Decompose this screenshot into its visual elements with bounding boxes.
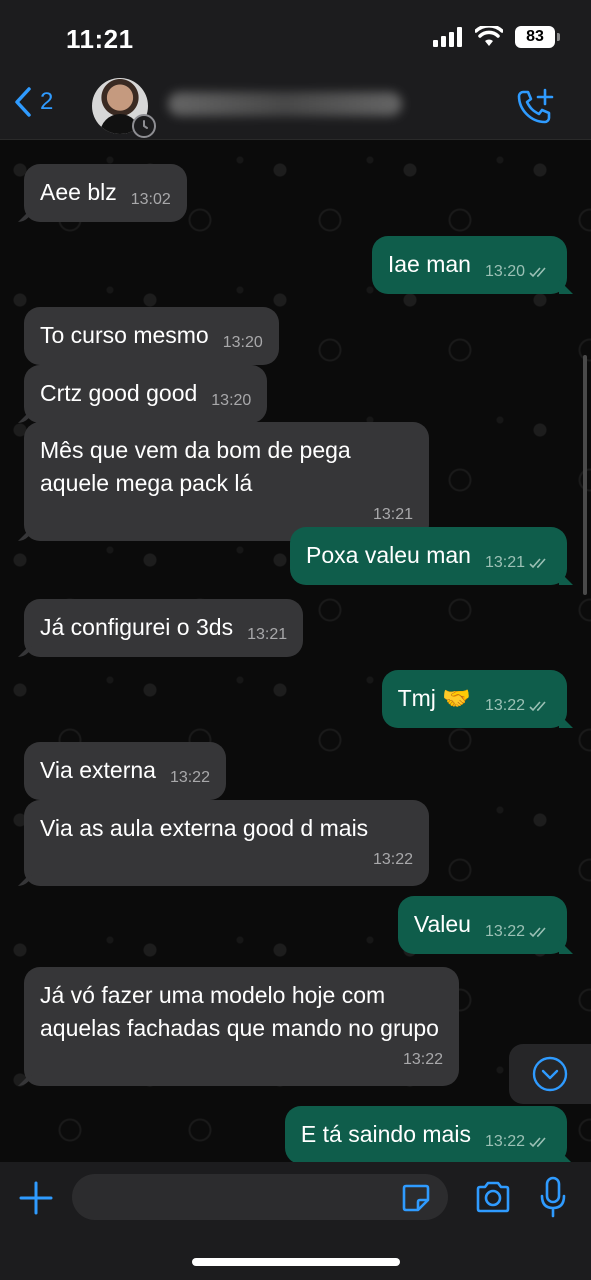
message-text: Já configurei o 3ds: [40, 614, 234, 640]
scrollbar[interactable]: [583, 355, 587, 595]
message-time: 13:21: [247, 626, 288, 643]
chevron-left-icon: [15, 87, 31, 117]
message-incoming[interactable]: Via as aula externa good d mais 13:22: [24, 800, 429, 886]
message-text: Poxa valeu man: [306, 542, 471, 568]
message-text: Valeu: [413, 911, 471, 937]
message-text: Via externa: [40, 757, 156, 783]
message-outgoing[interactable]: Valeu 13:22: [397, 896, 567, 954]
message-text: Aee blz: [40, 179, 117, 205]
chat-header: 2: [0, 78, 591, 140]
status-time: 11:21: [66, 24, 134, 54]
chevron-down-circle-icon: [532, 1056, 568, 1092]
message-incoming[interactable]: Já vó fazer uma modelo hoje com aquelas …: [24, 967, 459, 1086]
signal-icon: [433, 27, 462, 47]
message-text: Via as aula externa good d mais: [40, 815, 369, 841]
message-text: To curso mesmo: [40, 322, 209, 348]
message-time: 13:21: [484, 554, 525, 571]
message-incoming[interactable]: Aee blz 13:02: [24, 164, 187, 222]
camera-button[interactable]: [474, 1180, 512, 1219]
message-outgoing[interactable]: Iae man 13:20: [371, 236, 567, 294]
attach-button[interactable]: [18, 1180, 54, 1221]
chat-messages[interactable]: Aee blz 13:02 Iae man 13:20 To curso mesmo…: [0, 140, 591, 1162]
home-indicator[interactable]: [192, 1258, 400, 1266]
wifi-icon: [475, 26, 503, 46]
message-time: 13:20: [484, 263, 525, 280]
status-timer-icon: [132, 114, 156, 138]
microphone-icon: [540, 1176, 566, 1218]
message-text: Tmj 🤝: [397, 685, 471, 711]
contact-name-redacted[interactable]: [168, 92, 402, 116]
message-incoming[interactable]: Via externa 13:22: [24, 742, 226, 800]
message-outgoing[interactable]: Tmj 🤝 13:22: [381, 670, 567, 728]
message-text: E tá saindo mais: [300, 1121, 471, 1147]
plus-icon: [19, 1181, 53, 1215]
message-time: 13:22: [402, 1051, 443, 1068]
message-time: 13:22: [484, 1133, 525, 1150]
message-time: 13:22: [484, 923, 525, 940]
message-time: 13:02: [130, 191, 171, 208]
microphone-button[interactable]: [539, 1176, 567, 1223]
message-incoming[interactable]: Crtz good good 13:20: [24, 365, 268, 423]
sticker-icon: [402, 1184, 430, 1212]
message-text: Crtz good good: [40, 380, 198, 406]
message-input-bar: [0, 1162, 591, 1280]
status-bar: 11:21 83: [0, 0, 591, 78]
read-receipt-icon: [529, 927, 546, 937]
sticker-button[interactable]: [400, 1182, 432, 1219]
read-receipt-icon: [529, 701, 546, 711]
back-button[interactable]: 2: [12, 86, 53, 118]
message-incoming[interactable]: Mês que vem da bom de pega aquele mega p…: [24, 422, 429, 541]
unread-count: 2: [40, 88, 54, 115]
message-text: Já vó fazer uma modelo hoje com aquelas …: [40, 982, 439, 1041]
message-input[interactable]: [72, 1174, 448, 1220]
read-receipt-icon: [529, 1137, 546, 1147]
camera-icon: [476, 1181, 510, 1213]
scroll-to-bottom-button[interactable]: [509, 1044, 591, 1104]
add-call-button[interactable]: [515, 86, 555, 131]
message-incoming[interactable]: Já configurei o 3ds 13:21: [24, 599, 304, 657]
message-time: 13:22: [372, 851, 413, 868]
message-outgoing[interactable]: Poxa valeu man 13:21: [290, 527, 567, 585]
message-text: Iae man: [387, 251, 471, 277]
message-text: Mês que vem da bom de pega aquele mega p…: [40, 437, 351, 496]
message-incoming[interactable]: To curso mesmo 13:20: [24, 307, 279, 365]
message-time: 13:20: [211, 392, 252, 409]
read-receipt-icon: [529, 267, 546, 277]
status-icons: 83: [433, 26, 560, 48]
battery-level: 83: [526, 28, 544, 45]
battery-indicator: 83: [515, 26, 560, 48]
message-time: 13:22: [169, 769, 210, 786]
message-time: 13:20: [222, 334, 263, 351]
message-time: 13:22: [484, 697, 525, 714]
add-call-icon: [517, 88, 554, 124]
read-receipt-icon: [529, 558, 546, 568]
message-outgoing[interactable]: E tá saindo mais 13:22: [284, 1106, 567, 1162]
